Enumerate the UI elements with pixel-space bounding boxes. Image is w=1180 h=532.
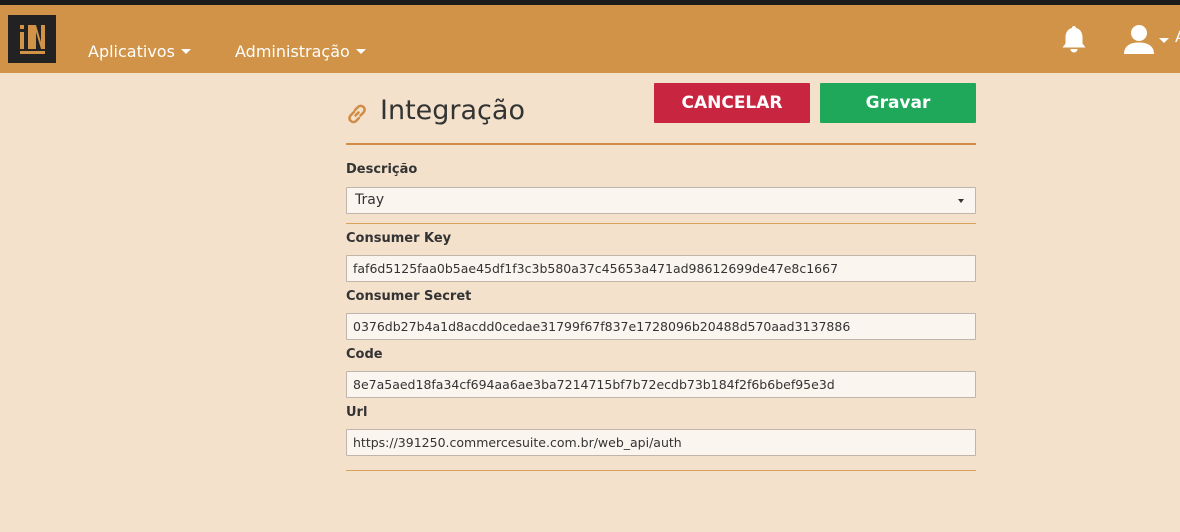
navbar: Aplicativos Administração A: [0, 5, 1180, 73]
nav-menu-aplicativos[interactable]: Aplicativos: [88, 42, 191, 61]
caret-down-icon: [958, 199, 964, 203]
cancel-button[interactable]: CANCELAR: [654, 83, 810, 123]
nav-menu-label: Administração: [235, 42, 350, 61]
url-value: https://391250.commercesuite.com.br/web_…: [353, 435, 682, 450]
consumer-key-label: Consumer Key: [346, 231, 452, 246]
caret-down-icon: [355, 49, 366, 54]
save-button[interactable]: Gravar: [820, 83, 976, 123]
code-value: 8e7a5aed18fa34cf694aa6ae3ba7214715bf7b72…: [353, 377, 835, 392]
header-divider: [346, 143, 976, 145]
user-icon: [1124, 25, 1154, 54]
nav-menu-administracao[interactable]: Administração: [235, 42, 366, 61]
nav-menu-label: Aplicativos: [88, 42, 175, 61]
url-label: Url: [346, 405, 368, 420]
logo[interactable]: [8, 15, 56, 63]
link-icon: [346, 103, 368, 129]
user-menu[interactable]: [1122, 23, 1156, 59]
consumer-key-field[interactable]: faf6d5125faa0b5ae45df1f3c3b580a37c45653a…: [346, 255, 976, 282]
code-field[interactable]: 8e7a5aed18fa34cf694aa6ae3ba7214715bf7b72…: [346, 371, 976, 398]
footer-divider: [346, 470, 976, 471]
section-divider: [346, 223, 976, 224]
descricao-select[interactable]: Tray: [346, 187, 976, 214]
descricao-selected-value: Tray: [355, 192, 385, 208]
code-label: Code: [346, 347, 383, 362]
user-name-initial[interactable]: A: [1175, 27, 1180, 46]
url-field[interactable]: https://391250.commercesuite.com.br/web_…: [346, 429, 976, 456]
bell-icon: [1062, 26, 1086, 53]
consumer-secret-value: 0376db27b4a1d8acdd0cedae31799f67f837e172…: [353, 319, 851, 334]
consumer-key-value: faf6d5125faa0b5ae45df1f3c3b580a37c45653a…: [353, 261, 839, 276]
descricao-label: Descrição: [346, 162, 418, 177]
notifications-button[interactable]: [1061, 24, 1087, 58]
caret-down-icon[interactable]: [1159, 38, 1169, 43]
consumer-secret-label: Consumer Secret: [346, 289, 472, 304]
caret-down-icon: [180, 49, 191, 54]
consumer-secret-field[interactable]: 0376db27b4a1d8acdd0cedae31799f67f837e172…: [346, 313, 976, 340]
logo-icon: [8, 15, 56, 63]
page-title: Integração: [380, 95, 525, 126]
